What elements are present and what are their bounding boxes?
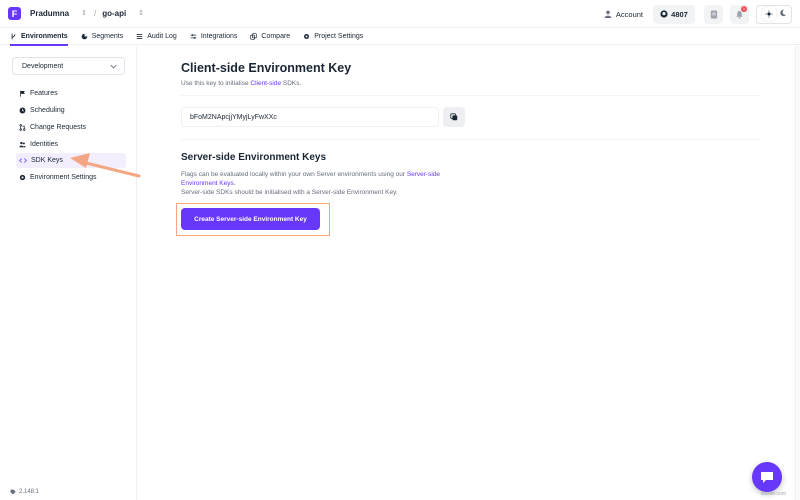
change-request-icon: [19, 124, 26, 131]
tag-icon: [10, 489, 16, 495]
sidebar-item-label: Environment Settings: [30, 174, 97, 181]
server-keys-description: Flags can be evaluated locally within yo…: [181, 170, 471, 197]
account-label: Account: [615, 9, 643, 19]
description-text: Flags can be evaluated locally within yo…: [181, 171, 407, 178]
gear-icon: [304, 33, 310, 39]
account-link[interactable]: Account: [604, 10, 643, 19]
description-text: Use this key to initialise: [181, 80, 251, 87]
tab-project-settings[interactable]: Project Settings: [303, 28, 363, 45]
clock-icon: [19, 107, 26, 114]
org-name[interactable]: Pradumna: [30, 9, 69, 18]
github-stars-button[interactable]: 4807: [653, 4, 695, 24]
client-side-link[interactable]: Client-side: [250, 80, 281, 87]
tab-audit-log[interactable]: Audit Log: [136, 28, 177, 45]
sidebar-item-change-requests[interactable]: Change Requests: [16, 120, 126, 135]
copy-icon: [450, 113, 458, 121]
user-icon: [604, 10, 612, 18]
sidebar-item-sdk-keys[interactable]: SDK Keys: [16, 153, 126, 168]
divider: [181, 95, 761, 96]
notification-badge: 1: [741, 5, 747, 12]
tab-segments[interactable]: Segments: [81, 28, 124, 45]
tab-integrations[interactable]: Integrations: [190, 28, 238, 45]
sidebar-item-label: SDK Keys: [31, 157, 63, 164]
tab-environments[interactable]: Environments: [10, 28, 68, 46]
watermark: wsxdn.com: [760, 491, 786, 497]
segments-icon: [81, 33, 87, 39]
project-name[interactable]: go-api: [102, 9, 126, 18]
tab-label: Compare: [261, 32, 291, 40]
code-icon: [19, 158, 27, 163]
copy-key-button[interactable]: [443, 107, 465, 127]
sun-icon[interactable]: [761, 7, 776, 21]
github-icon: [660, 10, 668, 18]
client-key-description: Use this key to initialise Client-side S…: [181, 80, 301, 87]
copy-icon: [250, 32, 258, 40]
client-key-field[interactable]: bFoM2NApcjjYMyjLyFwXXc: [181, 107, 439, 127]
tab-label: Environments: [21, 32, 68, 40]
app-version: 2.148.1: [10, 489, 39, 495]
people-icon: [19, 141, 26, 148]
breadcrumb-separator: /: [94, 9, 97, 18]
description-text: .: [233, 180, 236, 187]
chevron-down-icon: [110, 64, 117, 69]
theme-toggle[interactable]: [756, 4, 792, 24]
docs-button[interactable]: [704, 4, 723, 24]
sidebar-item-environment-settings[interactable]: Environment Settings: [16, 170, 126, 185]
chat-button[interactable]: [752, 462, 782, 492]
sidebar-item-label: Change Requests: [30, 124, 87, 131]
flag-icon: [20, 90, 25, 97]
tab-label: Segments: [91, 32, 124, 40]
sliders-icon: [190, 33, 197, 39]
environment-select[interactable]: Development: [12, 57, 125, 75]
flagsmith-logo[interactable]: F: [8, 7, 21, 20]
description-text: SDKs.: [281, 80, 302, 87]
github-stars-count: 4807: [671, 9, 688, 19]
client-key-title: Client-side Environment Key: [181, 61, 352, 75]
version-label: 2.148.1: [19, 489, 40, 495]
sidebar-item-label: Features: [30, 90, 58, 97]
gear-icon: [19, 174, 26, 181]
top-bar: F Pradumna ⇕ / go-api ⇕ Account 4807 1: [0, 0, 800, 28]
sidebar-item-label: Identities: [30, 141, 59, 148]
document-icon: [710, 9, 717, 19]
tab-compare[interactable]: Compare: [250, 28, 290, 45]
create-server-key-button[interactable]: Create Server-side Environment Key: [181, 208, 320, 230]
project-nav: Environments Segments Audit Log Integrat…: [0, 28, 800, 46]
scrollbar[interactable]: [795, 46, 800, 500]
project-switch-icon[interactable]: ⇕: [138, 10, 144, 17]
org-switch-icon[interactable]: ⇕: [81, 10, 87, 17]
client-key-value[interactable]: bFoM2NApcjjYMyjLyFwXXc: [190, 114, 277, 121]
tab-label: Integrations: [200, 32, 238, 40]
moon-icon[interactable]: [779, 9, 787, 19]
description-text: Server-side SDKs should be initialised w…: [181, 189, 398, 196]
sidebar-item-features[interactable]: Features: [16, 86, 126, 101]
branch-icon: [11, 33, 16, 39]
chat-icon: [761, 471, 773, 483]
sidebar-item-identities[interactable]: Identities: [16, 137, 126, 152]
sdk-keys-page: Client-side Environment Key Use this key…: [138, 46, 800, 500]
tab-label: Project Settings: [314, 32, 364, 40]
sidebar-item-scheduling[interactable]: Scheduling: [16, 103, 126, 118]
environment-select-value: Development: [22, 62, 64, 70]
environment-sidebar: Development Features Scheduling Change R…: [0, 46, 137, 500]
divider: [181, 139, 761, 140]
list-icon: [136, 33, 143, 39]
server-keys-title: Server-side Environment Keys: [181, 152, 327, 163]
sidebar-item-label: Scheduling: [30, 107, 65, 114]
notifications-button[interactable]: 1: [730, 4, 749, 24]
tab-label: Audit Log: [147, 32, 177, 40]
